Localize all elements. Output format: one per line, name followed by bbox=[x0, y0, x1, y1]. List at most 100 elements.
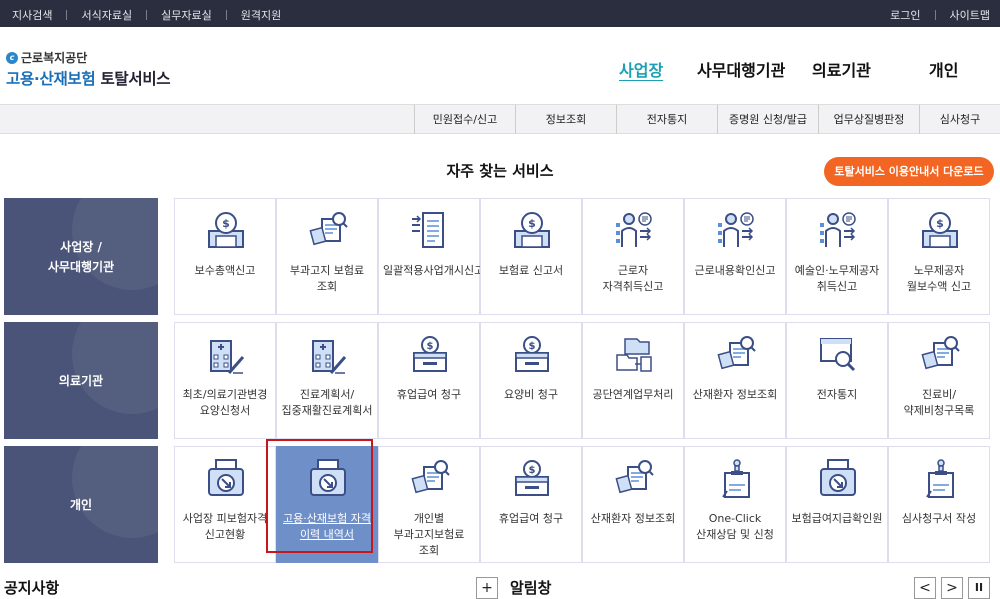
logo-title: 고용·산재보험 토탈서비스 bbox=[6, 67, 171, 89]
subnav-civil-report[interactable]: 민원접수/신고 bbox=[414, 105, 515, 134]
service-tile[interactable]: 부과고지 보험료 조회 bbox=[276, 198, 378, 315]
alert-next-button[interactable]: > bbox=[941, 577, 963, 599]
service-tile-label: 진료비/약제비청구목록 bbox=[903, 388, 975, 417]
service-tile-label: 일괄적용사업개시신고 bbox=[383, 264, 485, 277]
service-tile[interactable]: $ 노무제공자 월보수액 신고 bbox=[888, 198, 990, 315]
service-tile[interactable]: $ 요양비 청구 bbox=[480, 322, 582, 439]
money-box-icon: $ bbox=[511, 333, 553, 377]
service-tile-label: One-Click 산재상담 및 신청 bbox=[696, 512, 774, 541]
service-tile[interactable]: $ 보험료 신고서 bbox=[480, 198, 582, 315]
service-tile-label: 노무제공자 월보수액 신고 bbox=[906, 264, 972, 293]
person-list-icon bbox=[817, 209, 859, 253]
site-header: c 근로복지공단 고용·산재보험 토탈서비스 사업장 사무대행기관 의료기관 개… bbox=[0, 27, 1000, 104]
service-tile-label: 보험료 신고서 bbox=[498, 264, 564, 277]
alert-pause-button[interactable]: II bbox=[968, 577, 990, 599]
hospital-pen-icon bbox=[205, 333, 247, 377]
category-label: 개인 bbox=[69, 497, 93, 512]
service-tile[interactable]: 최초/의료기관변경 요양신청서 bbox=[174, 322, 276, 439]
subnav-review-request[interactable]: 심사청구 bbox=[919, 105, 1000, 134]
person-list-icon bbox=[715, 209, 757, 253]
hospital-pen-icon bbox=[307, 333, 349, 377]
doc-search-icon bbox=[919, 333, 961, 377]
logo-org: c 근로복지공단 bbox=[6, 49, 170, 66]
utility-links-right: 로그인 사이트맵 bbox=[890, 7, 990, 23]
login-link[interactable]: 로그인 bbox=[890, 7, 920, 23]
service-tile[interactable]: 산재환자 정보조회 bbox=[684, 322, 786, 439]
logo-title-blue: 고용·산재보험 bbox=[6, 70, 96, 88]
service-tile[interactable]: 사업장 피보험자격 신고현황 bbox=[174, 446, 276, 563]
alert-title: 알림창 bbox=[510, 579, 552, 597]
service-tile-label: 근로내용확인신고 bbox=[694, 264, 776, 277]
service-tile[interactable]: 진료비/약제비청구목록 bbox=[888, 322, 990, 439]
gnb-medical[interactable]: 의료기관 bbox=[812, 57, 871, 81]
divider bbox=[225, 10, 227, 20]
category-label: 의료기관 bbox=[58, 373, 104, 388]
service-tile[interactable]: 예술인·노무제공자 취득신고 bbox=[786, 198, 888, 315]
doc-search-icon bbox=[307, 209, 349, 253]
gnb-individual[interactable]: 개인 bbox=[929, 57, 958, 81]
service-tile-label: 요양비 청구 bbox=[503, 388, 559, 401]
subnav-e-notice[interactable]: 전자통지 bbox=[616, 105, 717, 134]
category-medical[interactable]: 의료기관 bbox=[4, 322, 158, 439]
category-workplace[interactable]: 사업장 / 사무대행기관 bbox=[4, 198, 158, 315]
subnav-disease-judgement[interactable]: 업무상질병판정 bbox=[818, 105, 919, 134]
link-forms[interactable]: 서식자료실 bbox=[81, 7, 132, 23]
service-tile[interactable]: 심사청구서 작성 bbox=[888, 446, 990, 563]
sitemap-link[interactable]: 사이트맵 bbox=[950, 7, 990, 23]
divider bbox=[66, 10, 68, 20]
link-practice-materials[interactable]: 실무자료실 bbox=[161, 7, 212, 23]
svg-text:$: $ bbox=[529, 465, 536, 476]
divider bbox=[934, 10, 936, 20]
service-tile[interactable]: 공단연계업무처리 bbox=[582, 322, 684, 439]
doc-search-icon bbox=[613, 457, 655, 501]
notice-more-button[interactable]: + bbox=[476, 577, 498, 599]
money-box-icon: $ bbox=[409, 333, 451, 377]
monitor-search-icon bbox=[817, 333, 859, 377]
svg-text:$: $ bbox=[528, 217, 536, 230]
service-tile[interactable]: 일괄적용사업개시신고 bbox=[378, 198, 485, 315]
section-title: 자주 찾는 서비스 bbox=[446, 162, 554, 180]
folder-link-icon bbox=[613, 333, 655, 377]
sub-navigation: 민원접수/신고 정보조회 전자통지 증명원 신청/발급 업무상질병판정 심사청구 bbox=[0, 104, 1000, 134]
gnb-agency[interactable]: 사무대행기관 bbox=[697, 57, 785, 81]
service-tile[interactable]: 근로자 자격취득신고 bbox=[582, 198, 684, 315]
highlight-box bbox=[266, 439, 373, 553]
link-remote-support[interactable]: 원격지원 bbox=[241, 7, 281, 23]
service-tile[interactable]: $ 휴업급여 청구 bbox=[480, 446, 582, 563]
subnav-info-lookup[interactable]: 정보조회 bbox=[515, 105, 616, 134]
decorative-circle bbox=[72, 322, 158, 414]
service-tile[interactable]: 산재환자 정보조회 bbox=[582, 446, 684, 563]
service-tile-label: 산재환자 정보조회 bbox=[590, 512, 676, 525]
service-tile[interactable]: One-Click 산재상담 및 신청 bbox=[684, 446, 786, 563]
service-tile-label: 부과고지 보험료 조회 bbox=[289, 264, 365, 293]
service-tile[interactable]: $ 휴업급여 청구 bbox=[378, 322, 480, 439]
money-report-icon: $ bbox=[919, 209, 961, 253]
service-tile-label: 심사청구서 작성 bbox=[901, 512, 977, 525]
printer-icon bbox=[205, 457, 247, 501]
doc-search-icon bbox=[715, 333, 757, 377]
service-tile[interactable]: 개인별 부과고지보험료 조회 bbox=[378, 446, 480, 563]
service-tile[interactable]: 근로내용확인신고 bbox=[684, 198, 786, 315]
service-tile-label: 사업장 피보험자격 신고현황 bbox=[182, 512, 268, 541]
documents-icon bbox=[409, 209, 451, 253]
service-tile[interactable]: 보험급여지급확인원 bbox=[786, 446, 888, 563]
guide-download-button[interactable]: 토탈서비스 이용안내서 다운로드 bbox=[824, 157, 994, 186]
service-tile-label: 진료계획서/집중재활진료계획서 bbox=[281, 388, 373, 417]
category-individual[interactable]: 개인 bbox=[4, 446, 158, 563]
service-tile[interactable]: $ 보수총액신고 bbox=[174, 198, 276, 315]
link-branch-search[interactable]: 지사검색 bbox=[12, 7, 52, 23]
divider bbox=[146, 10, 148, 20]
service-tile-label: 휴업급여 청구 bbox=[396, 388, 462, 401]
service-tile[interactable]: 전자통지 bbox=[786, 322, 888, 439]
service-tile[interactable]: 진료계획서/집중재활진료계획서 bbox=[276, 322, 378, 439]
subnav-certificate[interactable]: 증명원 신청/발급 bbox=[717, 105, 818, 134]
alert-prev-button[interactable]: < bbox=[914, 577, 936, 599]
service-tile-label: 산재환자 정보조회 bbox=[692, 388, 778, 401]
site-logo[interactable]: c 근로복지공단 고용·산재보험 토탈서비스 bbox=[6, 49, 171, 89]
gnb-workplace[interactable]: 사업장 bbox=[619, 57, 663, 81]
stamp-doc-icon bbox=[919, 457, 961, 501]
decorative-circle bbox=[72, 446, 158, 538]
logo-mark-icon: c bbox=[6, 51, 18, 64]
notice-title: 공지사항 bbox=[4, 579, 60, 597]
svg-text:$: $ bbox=[936, 217, 944, 230]
